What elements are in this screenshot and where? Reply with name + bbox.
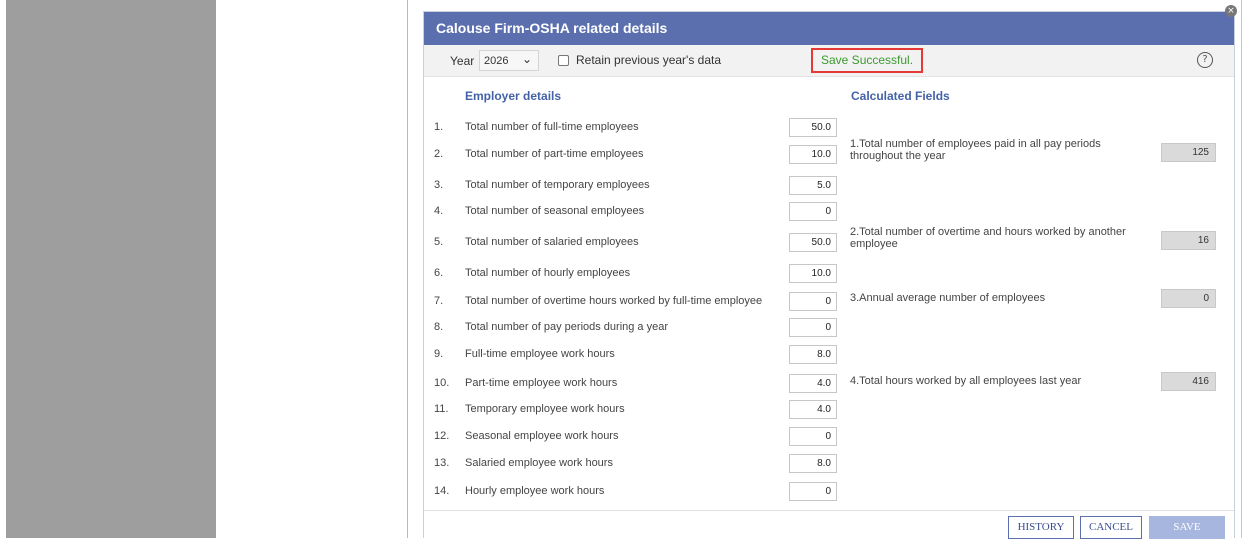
row-value-input[interactable]: 0 bbox=[789, 318, 837, 337]
save-status-message: Save Successful. bbox=[811, 48, 923, 73]
calc-label-4: 4.Total hours worked by all employees la… bbox=[850, 375, 1082, 387]
row-label: Total number of part-time employees bbox=[465, 148, 644, 160]
cancel-button[interactable]: CANCEL bbox=[1080, 516, 1142, 539]
year-label: Year bbox=[450, 54, 475, 68]
left-sidebar-panel bbox=[6, 0, 216, 538]
row-label: Total number of seasonal employees bbox=[465, 205, 645, 217]
row-number: 7. bbox=[434, 295, 444, 307]
row-label: Total number of temporary employees bbox=[465, 179, 650, 191]
calc-label-2-line2: employee bbox=[850, 238, 898, 250]
calc-value-1: 125 bbox=[1161, 143, 1216, 162]
history-button[interactable]: HISTORY bbox=[1008, 516, 1074, 539]
row-number: 9. bbox=[434, 348, 444, 360]
row-value-input[interactable]: 8.0 bbox=[789, 345, 837, 364]
calc-label-2-line1: 2.Total number of overtime and hours wor… bbox=[850, 226, 1126, 238]
row-number: 2. bbox=[434, 148, 444, 160]
row-label: Salaried employee work hours bbox=[465, 457, 613, 469]
row-value-input[interactable]: 0 bbox=[789, 202, 837, 221]
right-border bbox=[1241, 0, 1242, 538]
year-select[interactable]: 2026 ⌄ bbox=[479, 50, 539, 71]
row-label: Full-time employee work hours bbox=[465, 348, 615, 360]
row-number: 14. bbox=[434, 485, 450, 497]
dialog-title: Calouse Firm-OSHA related details bbox=[424, 12, 1234, 45]
help-icon[interactable]: ? bbox=[1197, 52, 1213, 68]
chevron-down-icon: ⌄ bbox=[521, 52, 532, 66]
dialog-toolbar: Year 2026 ⌄ Retain previous year's data … bbox=[424, 45, 1234, 77]
employer-details-heading: Employer details bbox=[465, 89, 562, 103]
left-content-panel bbox=[216, 0, 408, 538]
row-number: 1. bbox=[434, 121, 444, 133]
calc-value-2: 16 bbox=[1161, 231, 1216, 250]
row-value-input[interactable]: 0 bbox=[789, 427, 837, 446]
calc-label-3: 3.Annual average number of employees bbox=[850, 292, 1046, 304]
row-label: Total number of overtime hours worked by… bbox=[465, 295, 763, 307]
row-number: 4. bbox=[434, 205, 444, 217]
row-label: Total number of pay periods during a yea… bbox=[465, 321, 669, 333]
calc-value-4: 416 bbox=[1161, 372, 1216, 391]
row-number: 13. bbox=[434, 457, 450, 469]
row-number: 5. bbox=[434, 236, 444, 248]
retain-previous-checkbox[interactable] bbox=[558, 55, 569, 66]
row-value-input[interactable]: 10.0 bbox=[789, 145, 837, 164]
row-label: Total number of full-time employees bbox=[465, 121, 639, 133]
row-label: Seasonal employee work hours bbox=[465, 430, 619, 442]
row-value-input[interactable]: 4.0 bbox=[789, 400, 837, 419]
calculated-fields-heading: Calculated Fields bbox=[851, 89, 950, 103]
dialog-button-bar: HISTORY CANCEL SAVE bbox=[424, 510, 1234, 539]
row-label: Part-time employee work hours bbox=[465, 377, 618, 389]
row-value-input[interactable]: 4.0 bbox=[789, 374, 837, 393]
row-label: Total number of hourly employees bbox=[465, 267, 631, 279]
row-value-input[interactable]: 50.0 bbox=[789, 118, 837, 137]
save-button[interactable]: SAVE bbox=[1149, 516, 1225, 539]
row-number: 6. bbox=[434, 267, 444, 279]
row-label: Hourly employee work hours bbox=[465, 485, 605, 497]
retain-previous-label: Retain previous year's data bbox=[576, 53, 722, 67]
row-label: Total number of salaried employees bbox=[465, 236, 639, 248]
row-value-input[interactable]: 50.0 bbox=[789, 233, 837, 252]
calc-label-1-line2: throughout the year bbox=[850, 150, 946, 162]
row-number: 11. bbox=[434, 403, 449, 415]
calc-value-3: 0 bbox=[1161, 289, 1216, 308]
row-value-input[interactable]: 5.0 bbox=[789, 176, 837, 195]
osha-details-dialog: Calouse Firm-OSHA related details × Year… bbox=[423, 5, 1237, 539]
row-number: 8. bbox=[434, 321, 444, 333]
row-number: 12. bbox=[434, 430, 450, 442]
close-icon[interactable]: × bbox=[1225, 5, 1237, 17]
calc-label-1: 1.Total number of employees paid in all … bbox=[850, 138, 1101, 162]
calc-label-1-line1: 1.Total number of employees paid in all … bbox=[850, 138, 1101, 150]
calc-label-2: 2.Total number of overtime and hours wor… bbox=[850, 226, 1126, 250]
row-label: Temporary employee work hours bbox=[465, 403, 625, 415]
row-value-input[interactable]: 10.0 bbox=[789, 264, 837, 283]
row-number: 3. bbox=[434, 179, 444, 191]
row-value-input[interactable]: 0 bbox=[789, 292, 837, 311]
year-select-value: 2026 bbox=[484, 55, 509, 67]
row-number: 10. bbox=[434, 377, 450, 389]
row-value-input[interactable]: 8.0 bbox=[789, 454, 837, 473]
row-value-input[interactable]: 0 bbox=[789, 482, 837, 501]
